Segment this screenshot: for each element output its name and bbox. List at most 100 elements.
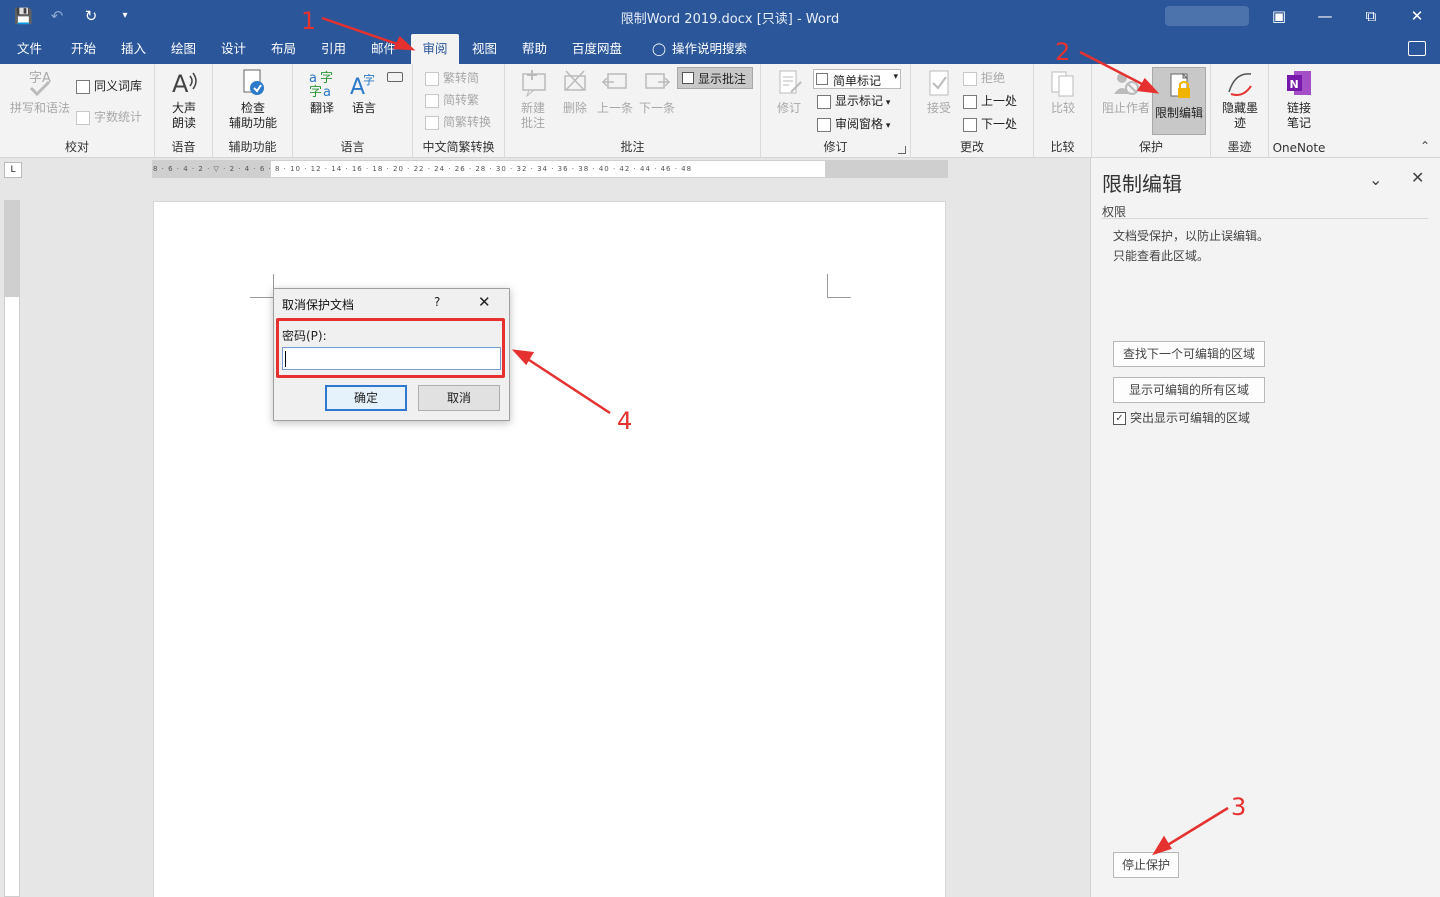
tab-view[interactable]: 视图 [466,34,503,64]
track-changes-icon [779,70,802,94]
hide-ink-button[interactable]: 隐藏墨 迹 [1217,68,1263,131]
group-label-compare: 比较 [1050,140,1075,154]
previous-comment-button[interactable]: 上一条 [595,68,635,116]
dialog-close-icon[interactable]: ✕ [478,293,491,311]
check-accessibility-button[interactable]: 检查 辅助功能 [219,68,287,131]
translate-icon: a 字字 a [309,71,333,98]
save-icon[interactable]: 💾 [14,7,33,25]
spelling-grammar-button[interactable]: 字A 拼写和语法 [8,68,72,116]
compare-button[interactable]: 比较 [1044,68,1082,116]
tab-draw[interactable]: 绘图 [165,34,202,64]
convert-button[interactable]: 简繁转换 [423,112,491,132]
reject-button[interactable]: 拒绝 [961,68,1005,88]
annotation-number-1: 1 [301,7,317,35]
spelling-label: 拼写和语法 [9,101,70,115]
tab-selector[interactable]: L [4,162,22,178]
pane-close-icon[interactable]: ✕ [1411,168,1424,187]
word-count-button[interactable]: 字数统计 [74,107,142,127]
block-authors-button[interactable]: 阻止作者 [1100,68,1152,116]
reviewing-pane-button[interactable]: 审阅窗格 ▾ [815,114,890,134]
thesaurus-button[interactable]: 同义词库 [74,76,142,96]
stop-protection-button[interactable]: 停止保护 [1113,852,1180,878]
close-icon[interactable]: ✕ [1394,0,1440,34]
group-accessibility: 检查 辅助功能 辅助功能 [213,64,293,158]
undo-icon[interactable]: ↶ [48,7,66,25]
track-changes-button[interactable]: 修订 [771,68,807,116]
comments-icon[interactable] [1408,41,1426,56]
compare-icon [1051,71,1074,97]
highlight-regions-label: 突出显示可编辑的区域 [1130,411,1251,425]
new-comment-button[interactable]: 新建 批注 [513,68,553,131]
next-comment-button[interactable]: 下一条 [635,68,679,116]
account-area[interactable] [1165,6,1249,26]
svg-text:字: 字 [309,85,322,98]
pane-options-chevron-icon[interactable]: ⌄ [1369,170,1382,189]
tab-home[interactable]: 开始 [65,34,102,64]
document-title: 限制Word 2019.docx [只读] - Word [620,12,840,27]
restore-icon[interactable]: ⧉ [1348,0,1394,34]
hide-ink-icon [1228,73,1252,96]
language-button[interactable]: A字 语言 [343,68,385,116]
ok-button[interactable]: 确定 [325,385,407,411]
show-comments-label: 显示批注 [698,72,747,86]
group-compare: 比较 比较 [1034,64,1092,158]
tab-insert[interactable]: 插入 [115,34,152,64]
ribbon-display-icon[interactable]: ▣ [1256,0,1302,34]
translate-button[interactable]: a字字a 翻译 [301,68,343,116]
to-simplified-button[interactable]: 繁转简 [423,68,479,88]
pane-divider [1102,218,1428,219]
redo-icon[interactable]: ↻ [82,7,100,25]
tab-mailings[interactable]: 邮件 [365,34,402,64]
tell-me-search[interactable]: ◯ 操作说明搜索 [646,34,753,64]
vertical-ruler[interactable] [4,200,20,897]
find-next-region-button[interactable]: 查找下一个可编辑的区域 [1113,341,1266,367]
previous-change-button[interactable]: 上一处 [961,91,1017,111]
margin-corner-top-left [250,274,274,298]
collapse-ribbon-icon[interactable]: ⌃ [1420,139,1430,153]
accessibility-check-icon [243,69,264,95]
group-tracking: 修订 简单标记 ▾ 显示标记 ▾ 审阅窗格 ▾ 修订 [761,64,911,158]
show-markup-label: 显示标记 [835,94,884,108]
tab-design[interactable]: 设计 [215,34,252,64]
tracking-dialog-launcher-icon[interactable] [898,146,906,154]
help-icon[interactable]: ? [434,295,440,309]
horizontal-ruler[interactable]: 8 · 6 · 4 · 2 · ▽ · 2 · 4 · 6 · 8 · 10 ·… [152,160,948,178]
minimize-icon[interactable]: — [1302,0,1348,34]
highlight-regions-checkbox[interactable]: ✓ 突出显示可编辑的区域 [1113,411,1250,427]
reviewing-pane-dropdown-icon: ▾ [883,121,891,131]
linked-notes-button[interactable]: N 链接 笔记 [1277,68,1321,131]
show-all-regions-button[interactable]: 显示可编辑的所有区域 [1113,377,1266,403]
accept-button[interactable]: 接受 [921,68,957,116]
show-comments-button[interactable]: 显示批注 [677,67,753,89]
read-aloud-icon: A [172,70,197,98]
read-aloud-button[interactable]: A 大声 朗读 [163,68,205,131]
restrict-editing-icon [1170,72,1190,98]
show-markup-button[interactable]: 显示标记 ▾ [815,91,890,111]
margin-corner-top-right [827,274,851,298]
group-speech: A 大声 朗读 语音 [155,64,213,158]
customize-qat-icon[interactable]: ▾ [116,7,134,25]
new-comment-label-1: 新建 [520,101,545,115]
markup-select[interactable]: 简单标记 ▾ [813,69,901,89]
cancel-button[interactable]: 取消 [418,385,500,411]
tab-help[interactable]: 帮助 [516,34,553,64]
tab-layout[interactable]: 布局 [265,34,302,64]
next-change-button[interactable]: 下一处 [961,114,1017,134]
restrict-editing-button[interactable]: 限制编辑 [1152,67,1206,135]
keyboard-icon[interactable] [387,72,403,82]
tab-baidu-netdisk[interactable]: 百度网盘 [566,34,628,64]
group-label-accessibility: 辅助功能 [228,140,277,154]
tab-file[interactable]: 文件 [11,34,48,64]
read-aloud-label-1: 大声 [171,101,196,115]
spelling-check-icon: 字A [29,71,51,97]
tab-review[interactable]: 审阅 [411,34,459,64]
delete-comment-button[interactable]: 删除 [555,68,595,116]
group-label-protect: 保护 [1138,140,1163,154]
dialog-title: 取消保护文档 [282,298,355,312]
language-icon: A字 [350,72,375,98]
reviewing-pane-label: 审阅窗格 [835,117,884,131]
document-page[interactable] [153,201,946,897]
tab-references[interactable]: 引用 [315,34,352,64]
to-traditional-button[interactable]: 简转繁 [423,90,479,110]
next-comment-label: 下一条 [638,101,675,115]
